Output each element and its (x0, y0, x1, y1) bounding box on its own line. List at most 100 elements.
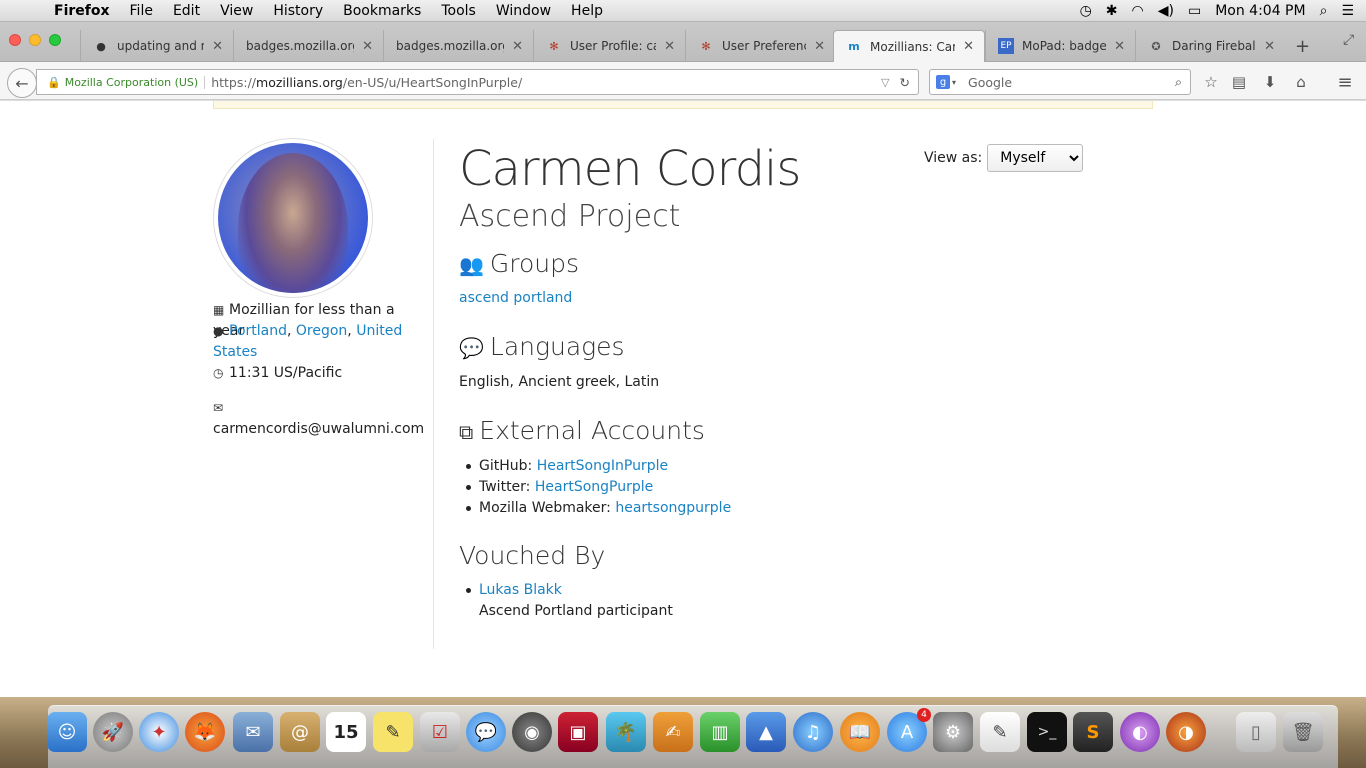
search-bar[interactable]: g ▾ Google ⌕ (929, 69, 1191, 95)
safari-icon[interactable]: ✦ (139, 712, 179, 752)
list-item: GitHub: HeartSongInPurple (459, 456, 731, 477)
close-icon[interactable]: ✕ (1264, 39, 1275, 54)
tab-user-profile[interactable]: ✻ User Profile: ca... ✕ (533, 30, 685, 62)
new-tab-button[interactable]: + (1295, 36, 1310, 57)
menu-tools[interactable]: Tools (431, 3, 486, 19)
back-button[interactable]: ← (7, 68, 37, 98)
keynote-icon[interactable]: ▲ (746, 712, 786, 752)
tab-mopad[interactable]: EP MoPad: badges ✕ (985, 30, 1135, 62)
close-icon[interactable]: ✕ (664, 39, 675, 54)
region-link[interactable]: Oregon (296, 323, 347, 339)
reminders-icon[interactable]: ☑ (420, 712, 460, 752)
menu-icon[interactable]: ≡ (1334, 71, 1356, 93)
firefox-developer-icon[interactable]: ◑ (1166, 712, 1206, 752)
textedit-icon[interactable]: ✎ (980, 712, 1020, 752)
bookmark-star-icon[interactable]: ☆ (1200, 71, 1222, 93)
tab-badges-2[interactable]: badges.mozilla.org ✕ (383, 30, 533, 62)
page-content: ▦ Mozillian for less than a year ● Portlan… (0, 101, 1366, 697)
photo-booth-icon[interactable]: ▣ (558, 712, 598, 752)
close-icon[interactable]: ✕ (212, 39, 223, 54)
close-icon[interactable]: ✕ (512, 39, 523, 54)
firefox-icon[interactable]: 🦊 (185, 712, 225, 752)
list-item: Mozilla Webmaker: heartsongpurple (459, 498, 731, 519)
close-window-button[interactable] (9, 34, 21, 46)
spotlight-icon[interactable]: ⌕ (1320, 3, 1328, 19)
itunes-icon[interactable]: ♫ (793, 712, 833, 752)
facetime-icon[interactable]: ◉ (512, 712, 552, 752)
minimize-window-button[interactable] (29, 34, 41, 46)
bluetooth-icon[interactable]: ✱ (1106, 3, 1118, 19)
contacts-icon[interactable]: @ (280, 712, 320, 752)
tab-updating[interactable]: ● updating and r... ✕ (80, 30, 233, 62)
system-preferences-icon[interactable]: ⚙ (933, 712, 973, 752)
time-machine-icon[interactable]: ◷ (1080, 3, 1092, 19)
document-stack-icon[interactable]: ▯ (1236, 712, 1276, 752)
view-as-label: View as: (924, 150, 983, 166)
reload-icon[interactable]: ↻ (900, 75, 910, 90)
menu-app-firefox[interactable]: Firefox (44, 3, 120, 19)
menu-edit[interactable]: Edit (163, 3, 210, 19)
email-text[interactable]: carmencordis@uwalumni.com (213, 421, 424, 437)
tab-mozillians[interactable]: m Mozillians: Car... ✕ (833, 30, 985, 62)
url-bar[interactable]: 🔒 Mozilla Corporation (US) https://mozil… (36, 69, 919, 95)
menu-window[interactable]: Window (486, 3, 561, 19)
volume-icon[interactable]: ◀) (1158, 3, 1174, 19)
close-icon[interactable]: ✕ (362, 39, 373, 54)
iphoto-icon[interactable]: 🌴 (606, 712, 646, 752)
mail-icon[interactable]: ✉ (233, 712, 273, 752)
search-icon[interactable]: ⌕ (1175, 74, 1182, 90)
lock-icon[interactable]: 🔒 (47, 76, 61, 89)
menu-bookmarks[interactable]: Bookmarks (333, 3, 431, 19)
menu-bar: Firefox File Edit View History Bookmarks… (0, 0, 1366, 22)
url-text[interactable]: https://mozillians.org/en-US/u/HeartSong… (211, 75, 881, 90)
battery-icon[interactable]: ▭ (1188, 3, 1201, 19)
reading-list-icon[interactable]: ▤ (1228, 71, 1250, 93)
tab-badges-1[interactable]: badges.mozilla.org ✕ (233, 30, 383, 62)
google-icon[interactable]: g (936, 75, 950, 89)
trash-icon[interactable]: 🗑 (1283, 712, 1323, 752)
notes-icon[interactable]: ✎ (373, 712, 413, 752)
finder-icon[interactable]: ☺ (47, 712, 87, 752)
fullscreen-icon[interactable]: ⤢ (1343, 32, 1354, 48)
search-placeholder[interactable]: Google (968, 75, 1175, 90)
history-dropdown-icon[interactable]: ▽ (881, 76, 889, 89)
calendar-app-icon[interactable]: 15 (326, 712, 366, 752)
view-as-select[interactable]: Myself (987, 144, 1084, 172)
voucher-link[interactable]: Lukas Blakk (479, 582, 562, 598)
notification-center-icon[interactable]: ☰ (1341, 3, 1354, 19)
menu-view[interactable]: View (210, 3, 263, 19)
pages-icon[interactable]: ✍ (653, 712, 693, 752)
group-link[interactable]: ascend portland (459, 290, 572, 306)
launchpad-icon[interactable]: 🚀 (93, 712, 133, 752)
ibooks-icon[interactable]: 📖 (840, 712, 880, 752)
close-icon[interactable]: ✕ (1114, 39, 1125, 54)
wifi-icon[interactable]: ◠ (1132, 3, 1144, 19)
close-icon[interactable]: ✕ (963, 39, 974, 54)
tab-user-preferences[interactable]: ✻ User Preferences ✕ (685, 30, 835, 62)
menu-history[interactable]: History (263, 3, 333, 19)
menu-file[interactable]: File (120, 3, 163, 19)
home-icon[interactable]: ⌂ (1290, 71, 1312, 93)
zoom-window-button[interactable] (49, 34, 61, 46)
firefox-nightly-icon[interactable]: ◐ (1120, 712, 1160, 752)
download-icon[interactable]: ⬇ (1259, 71, 1281, 93)
app-store-icon[interactable]: A4 (887, 708, 931, 752)
github-link[interactable]: HeartSongInPurple (537, 458, 668, 474)
close-icon[interactable]: ✕ (814, 39, 825, 54)
tab-label: User Preferences (722, 39, 806, 53)
site-identity[interactable]: Mozilla Corporation (US) (65, 75, 206, 89)
tab-daring-fireball[interactable]: ✪ Daring Fireball... ✕ (1135, 30, 1285, 62)
etherpad-icon: EP (998, 38, 1014, 54)
sublime-text-icon[interactable]: S (1073, 712, 1113, 752)
numbers-icon[interactable]: ▥ (700, 712, 740, 752)
twitter-link[interactable]: HeartSongPurple (535, 479, 653, 495)
chevron-down-icon[interactable]: ▾ (952, 78, 956, 87)
location: ● Portland, Oregon, United States (213, 323, 403, 360)
menubar-clock[interactable]: Mon 4:04 PM (1215, 3, 1305, 19)
groups-heading: 👥 Groups (459, 249, 579, 278)
webmaker-link[interactable]: heartsongpurple (615, 500, 731, 516)
city-link[interactable]: Portland (229, 323, 287, 339)
messages-icon[interactable]: 💬 (466, 712, 506, 752)
menu-help[interactable]: Help (561, 3, 613, 19)
terminal-icon[interactable]: >_ (1027, 712, 1067, 752)
